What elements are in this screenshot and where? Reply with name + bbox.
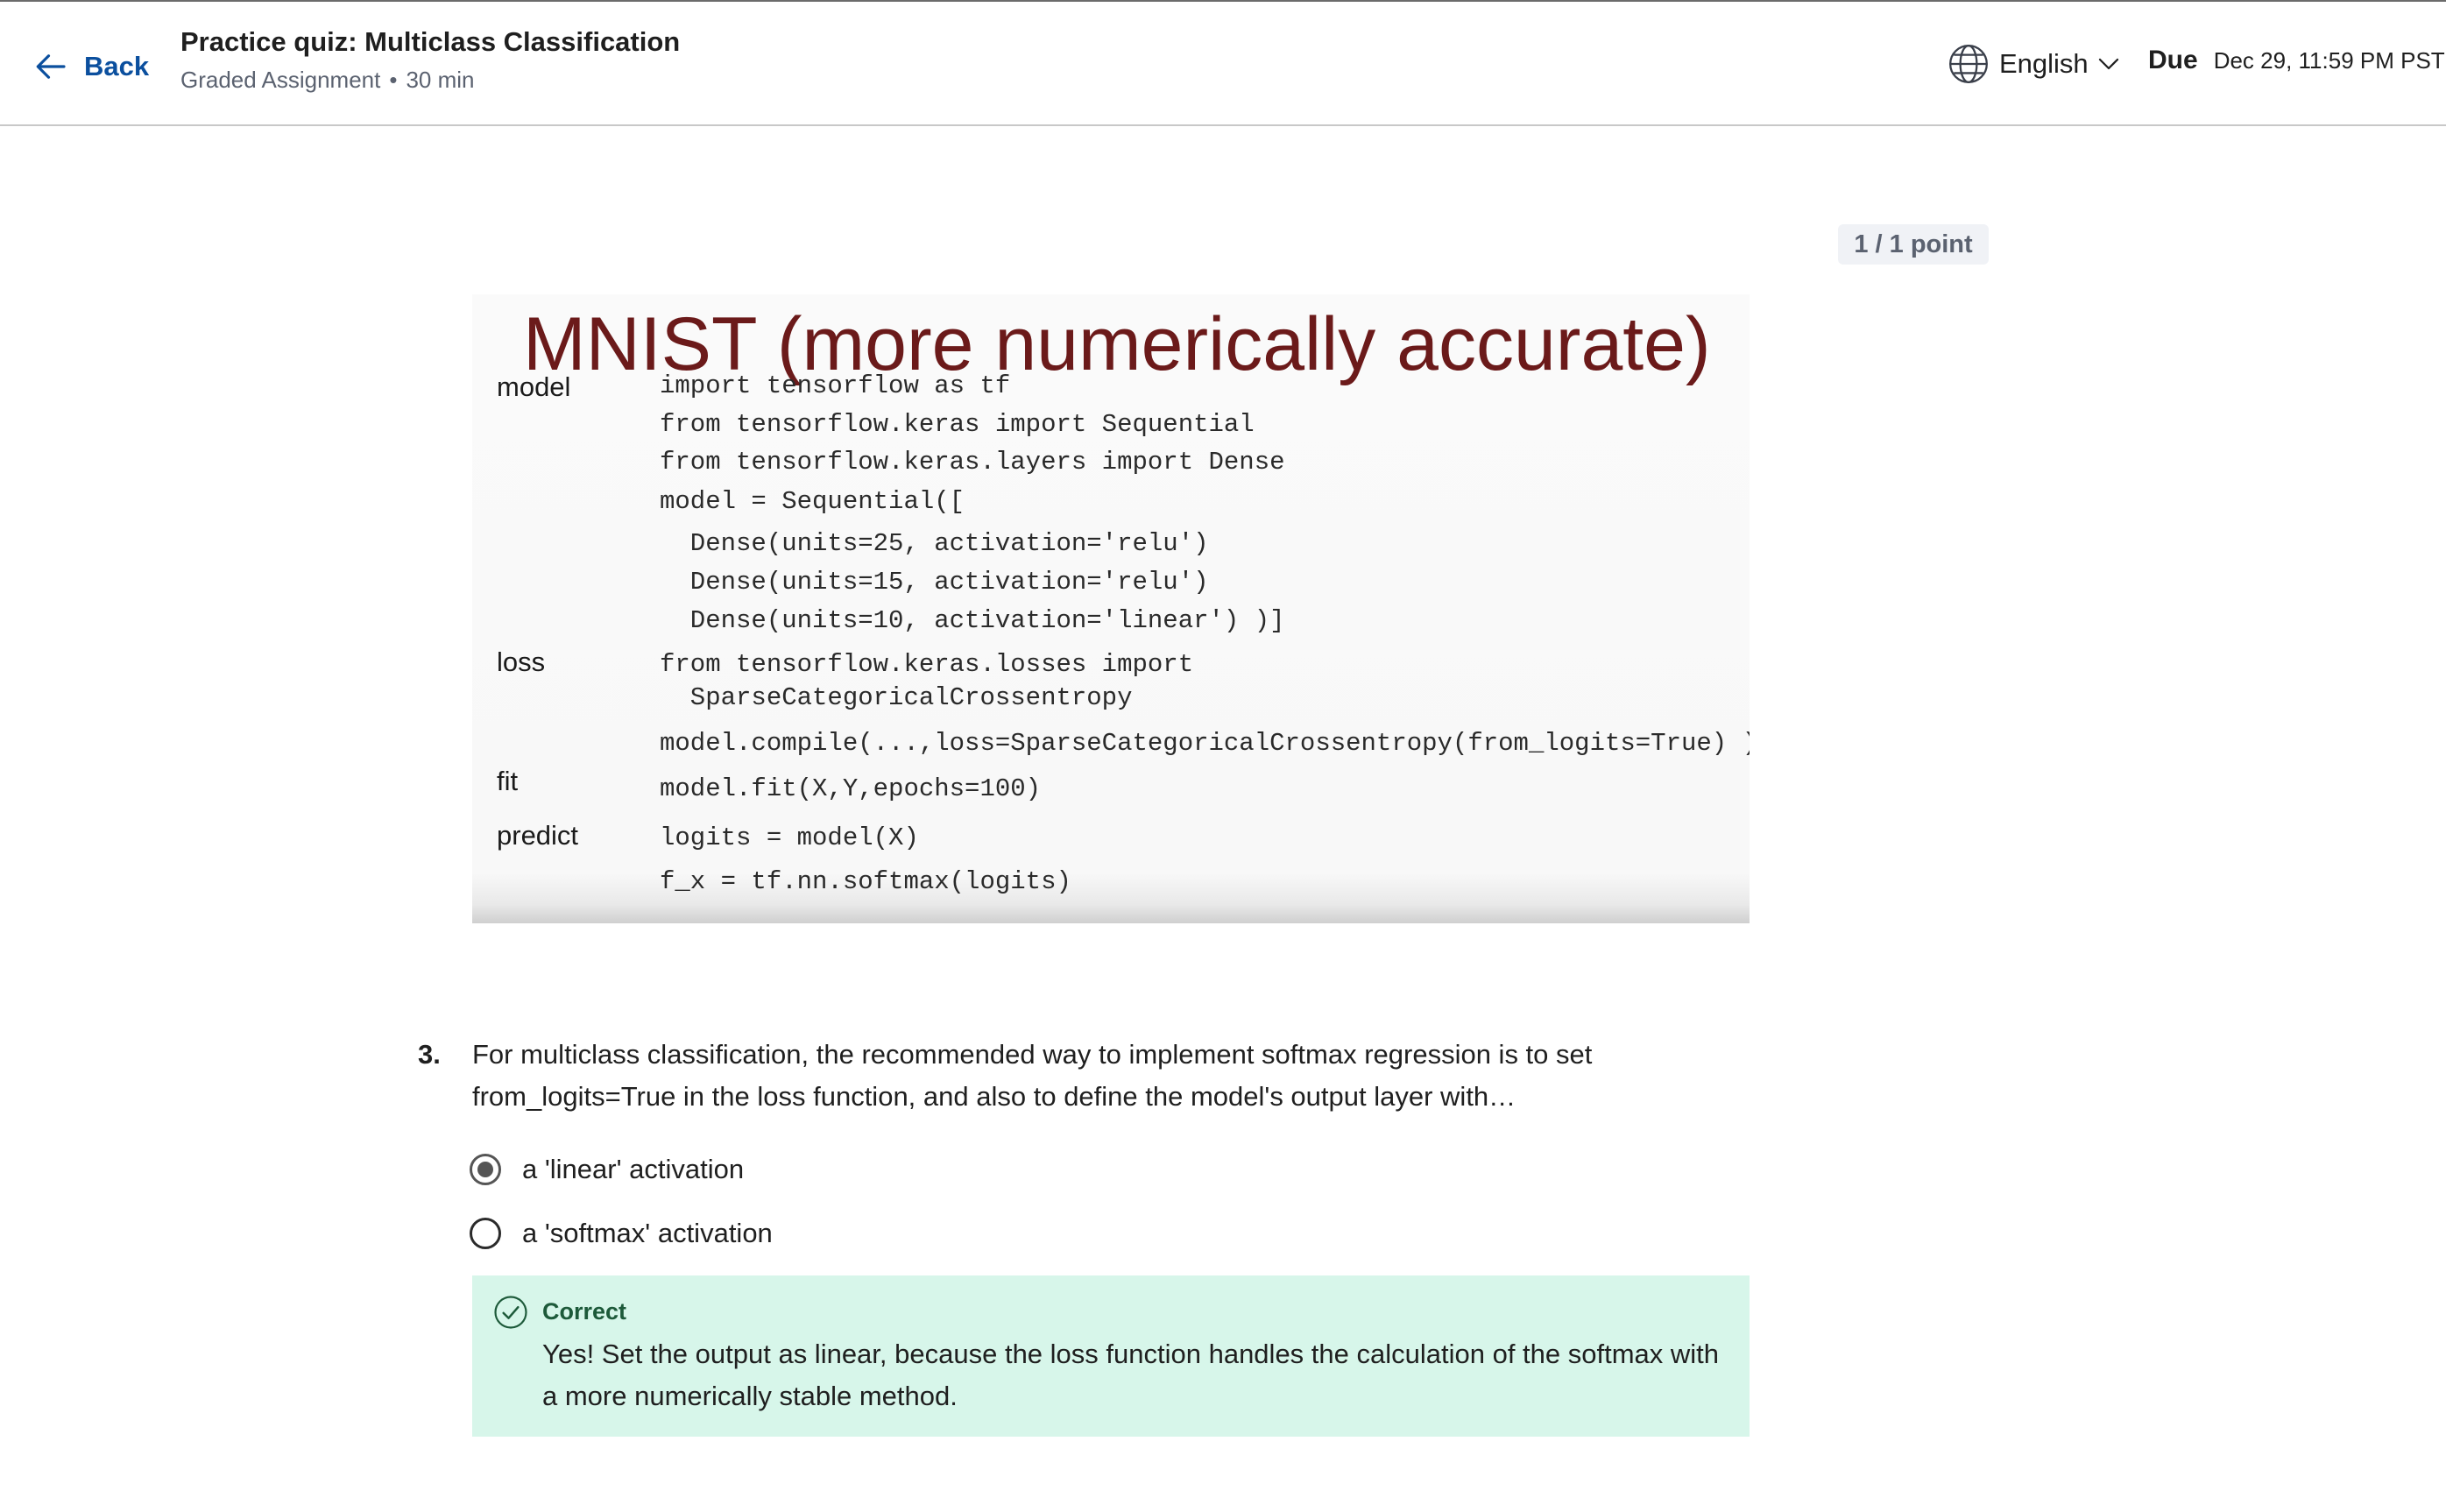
due-date-info: Due Dec 29, 11:59 PM PST bbox=[2148, 46, 2445, 75]
back-button[interactable]: Back bbox=[33, 40, 149, 93]
globe-icon bbox=[1949, 45, 1988, 83]
code-line: Dense(units=10, activation='linear') )] bbox=[660, 606, 1285, 635]
code-line: f_x = tf.nn.softmax(logits) bbox=[660, 867, 1071, 896]
assignment-meta: Graded Assignment • 30 min bbox=[180, 67, 680, 94]
chevron-down-icon bbox=[2098, 58, 2118, 70]
answer-option-softmax[interactable]: a 'softmax' activation bbox=[470, 1213, 773, 1254]
due-label: Due bbox=[2148, 46, 2198, 74]
code-line: from tensorflow.keras.layers import Dens… bbox=[660, 448, 1285, 477]
assignment-info: Practice quiz: Multiclass Classification… bbox=[180, 26, 680, 94]
lecture-slide-image: MNIST (more numerically accurate) model … bbox=[472, 294, 1750, 923]
code-line: import tensorflow as tf bbox=[660, 371, 1011, 400]
feedback-text: Yes! Set the output as linear, because t… bbox=[542, 1339, 1720, 1411]
slide-label-model: model bbox=[497, 371, 571, 402]
code-line: model.fit(X,Y,epochs=100) bbox=[660, 774, 1042, 803]
quiz-header: Back Practice quiz: Multiclass Classific… bbox=[0, 2, 2446, 126]
due-date: Dec 29, 11:59 PM PST bbox=[2213, 47, 2445, 74]
slide-label-fit: fit bbox=[497, 766, 519, 796]
answer-option-linear[interactable]: a 'linear' activation bbox=[470, 1149, 744, 1190]
arrow-left-icon bbox=[36, 54, 66, 79]
code-line: from tensorflow.keras.losses import bbox=[660, 650, 1194, 679]
points-badge: 1 / 1 point bbox=[1838, 224, 1989, 265]
question-text: For multiclass classification, the recom… bbox=[472, 1039, 1593, 1112]
code-line: Dense(units=15, activation='relu') bbox=[660, 568, 1209, 597]
question-number: 3. bbox=[418, 1039, 441, 1070]
slide-label-loss: loss bbox=[497, 646, 546, 677]
radio-dot bbox=[477, 1162, 493, 1177]
code-line: Dense(units=25, activation='relu') bbox=[660, 529, 1209, 558]
code-line: model.compile(...,loss=SparseCategorical… bbox=[660, 729, 1750, 758]
feedback-status: Correct bbox=[542, 1298, 627, 1325]
radio-button[interactable] bbox=[470, 1218, 501, 1249]
language-selector[interactable]: English bbox=[1947, 40, 2122, 88]
assignment-type: Graded Assignment bbox=[180, 67, 381, 93]
option-label: a 'softmax' activation bbox=[522, 1218, 773, 1248]
slide-label-predict: predict bbox=[497, 820, 579, 851]
page-title: Practice quiz: Multiclass Classification bbox=[180, 26, 681, 57]
feedback-panel: Correct Yes! Set the output as linear, b… bbox=[472, 1275, 1750, 1437]
back-label: Back bbox=[84, 51, 150, 81]
meta-separator: • bbox=[389, 67, 398, 93]
code-line: SparseCategoricalCrossentropy bbox=[660, 683, 1133, 712]
code-line: logits = model(X) bbox=[660, 823, 919, 852]
code-line: from tensorflow.keras import Sequential bbox=[660, 410, 1255, 439]
check-circle-icon bbox=[494, 1296, 527, 1329]
assignment-duration: 30 min bbox=[406, 67, 475, 93]
option-label: a 'linear' activation bbox=[522, 1154, 745, 1184]
language-label: English bbox=[1999, 48, 2089, 79]
radio-button-selected[interactable] bbox=[470, 1154, 501, 1185]
code-line: model = Sequential([ bbox=[660, 487, 965, 516]
